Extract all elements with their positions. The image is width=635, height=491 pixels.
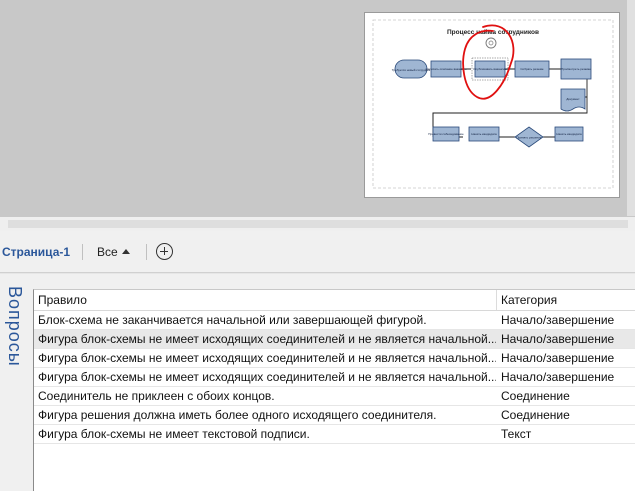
rule-cell: Фигура решения должна иметь более одного… [38, 408, 437, 422]
rule-cell: Фигура блок-схемы не имеет исходящих сое… [38, 332, 496, 346]
shape-write-job-label: Написать описание вакансии [426, 67, 467, 71]
tab-divider [146, 244, 147, 260]
table-row[interactable]: Фигура блок-схемы не имеет текстовой под… [34, 425, 635, 444]
shape-document-label: Документ [566, 97, 580, 101]
diagram-title: Процесс найма сотрудников [447, 28, 539, 36]
column-header-category[interactable]: Категория [501, 293, 557, 307]
all-pages-label: Все [97, 245, 118, 259]
horizontal-scrollbar[interactable] [0, 216, 635, 231]
vertical-scrollbar[interactable] [627, 0, 635, 216]
table-row[interactable]: Фигура блок-схемы не имеет исходящих сое… [34, 330, 635, 349]
issues-table: Правило Категория Блок-схема не заканчив… [33, 289, 635, 491]
flowchart-diagram: Процесс найма сотрудников Требуется новы… [372, 19, 614, 189]
scrollbar-thumb[interactable] [8, 220, 628, 228]
rule-cell: Фигура блок-схемы не имеет текстовой под… [38, 427, 310, 441]
column-divider[interactable] [496, 290, 497, 310]
shape-review-label: Просмотреть резюме [561, 67, 591, 71]
rule-cell: Фигура блок-схемы не имеет исходящих сое… [38, 351, 496, 365]
rule-cell: Соединитель не приклеен с обоих концов. [38, 389, 275, 403]
shape-collect-label: Собрать резюме [520, 67, 544, 71]
page-tabs-bar: Страница-1 Все [0, 231, 635, 273]
category-cell: Текст [501, 427, 532, 441]
caret-up-icon [121, 249, 130, 254]
category-cell: Начало/завершение [501, 332, 615, 346]
table-row[interactable]: Фигура блок-схемы не имеет исходящих сое… [34, 349, 635, 368]
table-row[interactable]: Блок-схема не заканчивается начальной ил… [34, 311, 635, 330]
issues-pane: Вопросы Правило Категория Блок-схема не … [0, 274, 635, 491]
table-header: Правило Категория [34, 290, 635, 311]
table-row[interactable]: Соединитель не приклеен с обоих концов. … [34, 387, 635, 406]
rule-cell: Блок-схема не заканчивается начальной ил… [38, 313, 427, 327]
shape-post-job-label: Опубликовать вакансию [473, 67, 508, 71]
add-page-icon[interactable] [156, 243, 173, 260]
table-row[interactable]: Фигура блок-схемы не имеет исходящих сое… [34, 368, 635, 387]
rule-cell: Фигура блок-схемы не имеет исходящих сое… [38, 370, 496, 384]
column-header-rule[interactable]: Правило [38, 293, 496, 307]
table-row[interactable]: Фигура решения должна иметь более одного… [34, 406, 635, 425]
tab-divider [82, 244, 83, 260]
category-cell: Начало/завершение [501, 370, 615, 384]
page-sheet[interactable]: Процесс найма сотрудников Требуется новы… [364, 12, 620, 198]
drawing-canvas[interactable]: Процесс найма сотрудников Требуется новы… [0, 0, 635, 216]
shape-interview-label: Провести собеседование [428, 132, 464, 136]
shape-decision-label: Принять решение [517, 136, 542, 140]
shape-hire-step-label: Нанять кандидата [471, 132, 497, 136]
all-pages-button[interactable]: Все [97, 245, 130, 259]
tab-page-1[interactable]: Страница-1 [2, 245, 70, 259]
category-cell: Соединение [501, 408, 570, 422]
issues-pane-title: Вопросы [5, 286, 25, 367]
shape-end-label: Нанять кандидата [556, 132, 582, 136]
category-cell: Начало/завершение [501, 351, 615, 365]
category-cell: Начало/завершение [501, 313, 615, 327]
category-cell: Соединение [501, 389, 570, 403]
